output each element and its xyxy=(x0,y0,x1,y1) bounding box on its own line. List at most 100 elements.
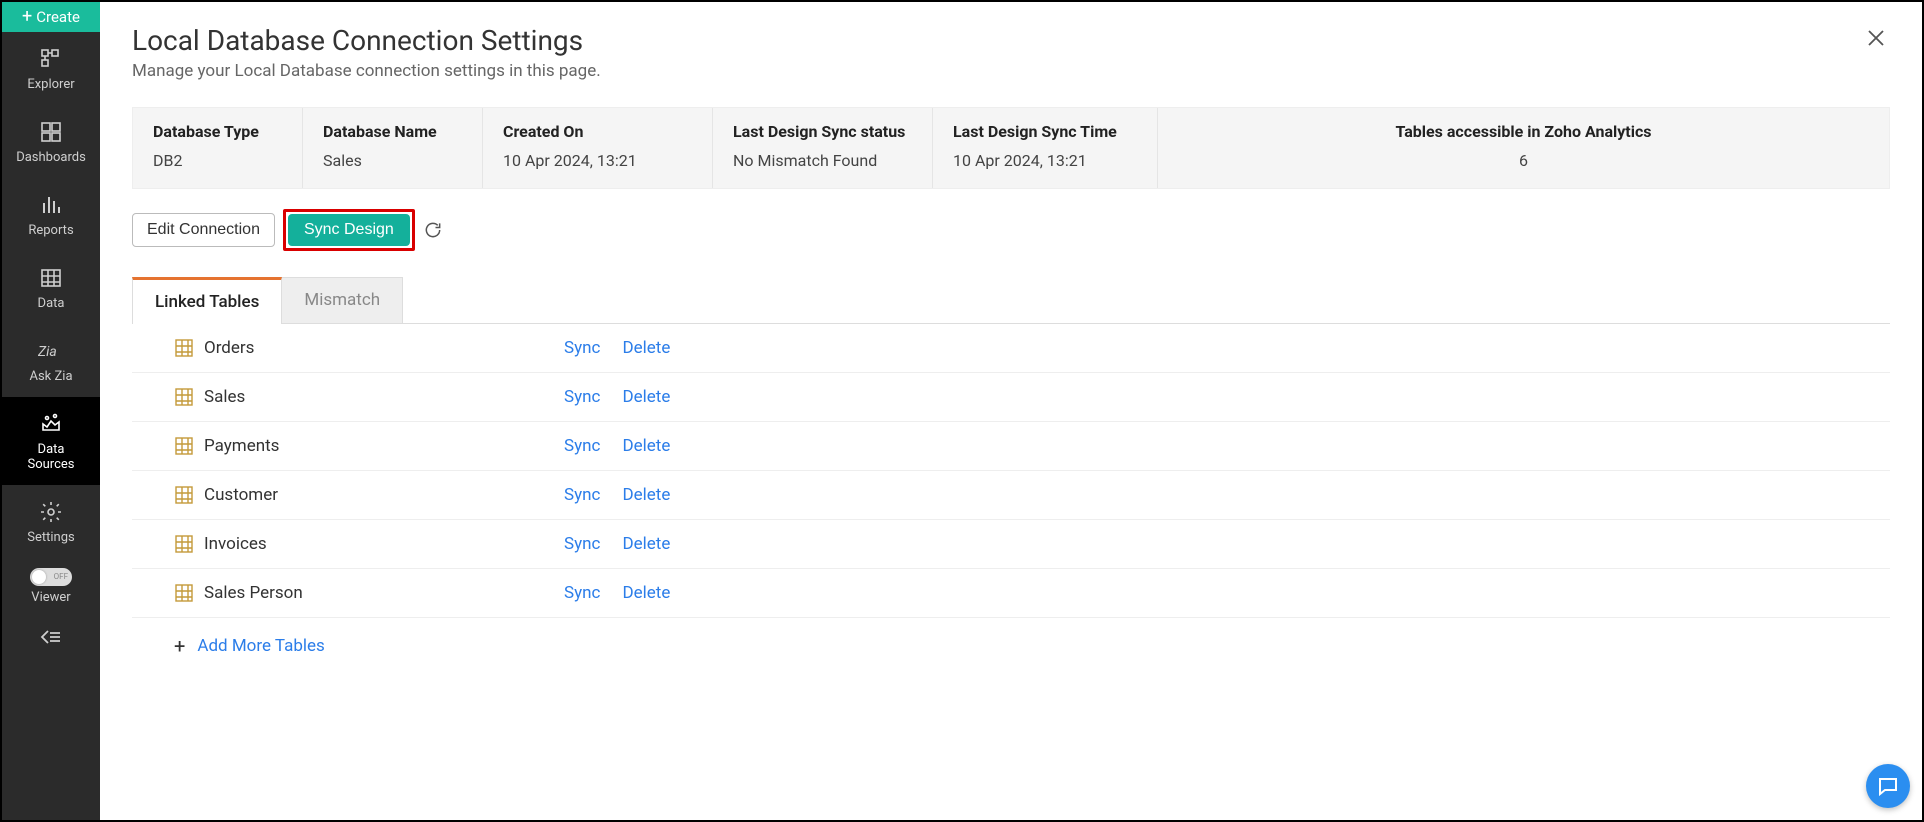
gear-icon xyxy=(38,499,64,525)
delete-link[interactable]: Delete xyxy=(622,583,670,603)
chat-fab[interactable] xyxy=(1866,764,1910,808)
info-label: Database Name xyxy=(323,122,462,141)
sidebar-item-settings[interactable]: Settings xyxy=(2,485,100,558)
table-row: Invoices Sync Delete xyxy=(132,520,1890,569)
delete-link[interactable]: Delete xyxy=(622,534,670,554)
add-icon[interactable]: + xyxy=(174,636,185,656)
info-created-on: Created On 10 Apr 2024, 13:21 xyxy=(483,108,713,188)
main-content: Local Database Connection Settings Manag… xyxy=(100,2,1922,820)
tabs: Linked Tables Mismatch xyxy=(132,277,1890,324)
close-button[interactable] xyxy=(1862,24,1890,52)
sidebar-item-datasources[interactable]: Data Sources xyxy=(2,397,100,485)
info-value: 10 Apr 2024, 13:21 xyxy=(953,151,1137,170)
info-label: Database Type xyxy=(153,122,282,141)
add-more-tables-link[interactable]: Add More Tables xyxy=(197,636,324,656)
sidebar-item-label: Settings xyxy=(27,531,74,546)
sidebar-item-data[interactable]: Data xyxy=(2,251,100,324)
info-sync-time: Last Design Sync Time 10 Apr 2024, 13:21 xyxy=(933,108,1158,188)
info-value: Sales xyxy=(323,151,462,170)
info-value: 6 xyxy=(1178,151,1869,170)
close-icon xyxy=(1866,28,1886,48)
sync-link[interactable]: Sync xyxy=(564,583,600,603)
delete-link[interactable]: Delete xyxy=(622,436,670,456)
info-tables-count: Tables accessible in Zoho Analytics 6 xyxy=(1158,108,1889,188)
table-name: Payments xyxy=(204,436,564,456)
sidebar-item-askzia[interactable]: Zia Ask Zia xyxy=(2,324,100,397)
table-icon xyxy=(174,485,194,505)
info-value: DB2 xyxy=(153,151,282,170)
chat-icon xyxy=(1876,774,1900,798)
sync-link[interactable]: Sync xyxy=(564,338,600,358)
explorer-icon xyxy=(38,46,64,72)
info-label: Tables accessible in Zoho Analytics xyxy=(1178,122,1869,141)
table-row: Sales Sync Delete xyxy=(132,373,1890,422)
sync-link[interactable]: Sync xyxy=(564,436,600,456)
sidebar-item-label: Explorer xyxy=(27,78,74,93)
info-db-name: Database Name Sales xyxy=(303,108,483,188)
sidebar-item-label: Data Sources xyxy=(28,443,75,473)
dashboards-icon xyxy=(38,119,64,145)
collapse-sidebar-button[interactable] xyxy=(2,617,100,657)
create-button[interactable]: + Create xyxy=(2,2,100,32)
delete-link[interactable]: Delete xyxy=(622,485,670,505)
info-db-type: Database Type DB2 xyxy=(133,108,303,188)
refresh-button[interactable] xyxy=(423,220,443,240)
table-name: Sales xyxy=(204,387,564,407)
page-subtitle: Manage your Local Database connection se… xyxy=(132,61,601,81)
info-value: 10 Apr 2024, 13:21 xyxy=(503,151,692,170)
viewer-toggle-block[interactable]: OFF Viewer xyxy=(2,558,100,617)
sidebar-item-reports[interactable]: Reports xyxy=(2,178,100,251)
sync-design-highlight: Sync Design xyxy=(283,209,415,251)
refresh-icon xyxy=(423,220,443,240)
plus-icon: + xyxy=(22,8,32,26)
table-row: Orders Sync Delete xyxy=(132,324,1890,373)
collapse-icon xyxy=(40,629,62,645)
sidebar-item-explorer[interactable]: Explorer xyxy=(2,32,100,105)
table-row: Payments Sync Delete xyxy=(132,422,1890,471)
add-more-tables-row: + Add More Tables xyxy=(132,618,1890,656)
delete-link[interactable]: Delete xyxy=(622,338,670,358)
table-icon xyxy=(174,387,194,407)
sidebar-item-label: Dashboards xyxy=(16,151,86,166)
sync-link[interactable]: Sync xyxy=(564,387,600,407)
page-title: Local Database Connection Settings xyxy=(132,24,601,57)
viewer-label: Viewer xyxy=(31,590,70,605)
connection-info-bar: Database Type DB2 Database Name Sales Cr… xyxy=(132,107,1890,189)
table-name: Orders xyxy=(204,338,564,358)
toggle-state-label: OFF xyxy=(54,572,68,581)
viewer-toggle[interactable]: OFF xyxy=(30,568,72,586)
tab-mismatch[interactable]: Mismatch xyxy=(282,277,403,323)
sidebar-item-label: Ask Zia xyxy=(29,370,72,385)
sync-link[interactable]: Sync xyxy=(564,534,600,554)
datasources-icon xyxy=(38,411,64,437)
sidebar: + Create Explorer Dashboards Reports xyxy=(2,2,100,820)
linked-tables-list: Orders Sync Delete Sales Sync Delete Pay… xyxy=(132,324,1890,656)
table-row: Sales Person Sync Delete xyxy=(132,569,1890,618)
sidebar-item-dashboards[interactable]: Dashboards xyxy=(2,105,100,178)
table-icon xyxy=(174,534,194,554)
table-icon xyxy=(174,436,194,456)
edit-connection-button[interactable]: Edit Connection xyxy=(132,213,275,247)
sync-link[interactable]: Sync xyxy=(564,485,600,505)
table-icon xyxy=(174,583,194,603)
info-value: No Mismatch Found xyxy=(733,151,912,170)
svg-text:Zia: Zia xyxy=(38,344,57,360)
table-name: Invoices xyxy=(204,534,564,554)
delete-link[interactable]: Delete xyxy=(622,387,670,407)
info-label: Created On xyxy=(503,122,692,141)
table-row: Customer Sync Delete xyxy=(132,471,1890,520)
tab-linked-tables[interactable]: Linked Tables xyxy=(132,277,282,324)
sync-design-button[interactable]: Sync Design xyxy=(288,214,410,246)
info-label: Last Design Sync status xyxy=(733,122,912,141)
info-sync-status: Last Design Sync status No Mismatch Foun… xyxy=(713,108,933,188)
action-row: Edit Connection Sync Design xyxy=(132,209,1890,251)
table-name: Sales Person xyxy=(204,583,564,603)
sidebar-item-label: Data xyxy=(38,297,65,312)
info-label: Last Design Sync Time xyxy=(953,122,1137,141)
create-label: Create xyxy=(36,8,80,26)
reports-icon xyxy=(38,192,64,218)
table-icon xyxy=(174,338,194,358)
table-name: Customer xyxy=(204,485,564,505)
askzia-icon: Zia xyxy=(38,338,64,364)
sidebar-item-label: Reports xyxy=(28,224,73,239)
